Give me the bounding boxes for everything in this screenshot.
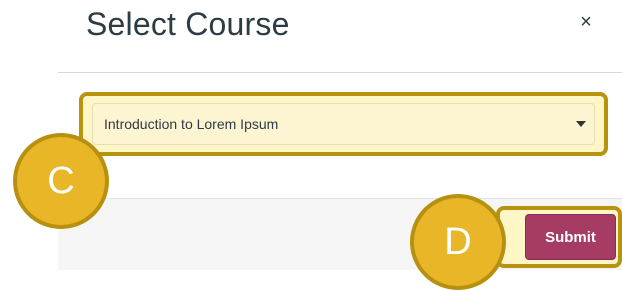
callout-c-highlight: Introduction to Lorem Ipsum [79,92,608,156]
callout-marker-d: D [410,194,506,290]
caret-down-icon [576,121,586,127]
close-icon[interactable]: × [576,10,596,34]
callout-marker-c: C [13,133,109,229]
course-select-dropdown[interactable]: Introduction to Lorem Ipsum [92,103,595,145]
submit-button[interactable]: Submit [525,214,616,260]
course-select-value: Introduction to Lorem Ipsum [104,116,279,132]
modal-title: Select Course [86,6,290,42]
header-divider [58,72,622,73]
